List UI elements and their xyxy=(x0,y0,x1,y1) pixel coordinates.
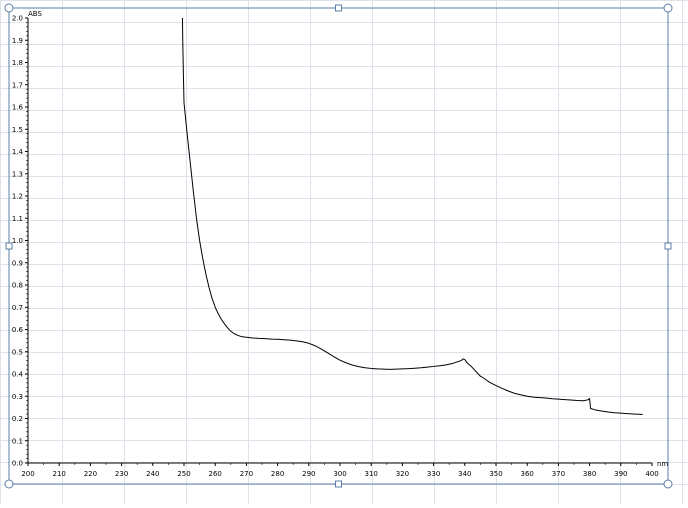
y-tick-label: 0.5 xyxy=(12,348,23,356)
y-tick-label: 1.9 xyxy=(12,37,23,45)
y-tick-label: 1.3 xyxy=(12,170,23,178)
x-tick-label: 210 xyxy=(53,470,66,478)
chart-svg: 0.0 0.1 0.2 0.3 0.4 0.5 0.6 0.7 0.8 0.9 1.0 1.1 1.2 1… xyxy=(0,0,688,504)
y-tick-label: 0.0 xyxy=(12,460,23,468)
y-tick-label: 1.1 xyxy=(12,215,23,223)
y-tick-label: 1.7 xyxy=(12,81,23,89)
y-tick-label: 0.9 xyxy=(12,259,23,267)
x-tick-label: 310 xyxy=(365,470,378,478)
resize-handle-corner[interactable] xyxy=(663,479,673,489)
x-tick-label: 290 xyxy=(302,470,315,478)
x-tick-label: 320 xyxy=(396,470,409,478)
y-tick-label: 0.8 xyxy=(12,282,23,290)
y-tick-label: 1.0 xyxy=(12,237,23,245)
x-tick-label: 380 xyxy=(583,470,596,478)
y-tick-label: 1.5 xyxy=(12,126,23,134)
x-tick-label: 240 xyxy=(146,470,159,478)
x-tick-label: 340 xyxy=(458,470,471,478)
series-line xyxy=(181,17,643,415)
x-tick-label: 250 xyxy=(177,470,190,478)
x-tick-label: 390 xyxy=(614,470,627,478)
x-tick-label: 300 xyxy=(333,470,346,478)
x-tick-label: 260 xyxy=(209,470,222,478)
series-layer xyxy=(181,17,643,415)
x-tick-label: 200 xyxy=(21,470,34,478)
resize-handle-corner[interactable] xyxy=(663,3,673,13)
resize-handle-corner[interactable] xyxy=(4,3,14,13)
x-tick-label: 330 xyxy=(427,470,440,478)
y-tick-label: 1.6 xyxy=(12,104,24,112)
y-tick-label: 1.8 xyxy=(12,59,23,67)
y-axis-title: ABS xyxy=(28,10,42,18)
resize-handle-edge[interactable] xyxy=(5,242,13,250)
y-tick-label: 0.6 xyxy=(12,326,24,334)
selection-frame xyxy=(4,3,673,489)
resize-handle-corner[interactable] xyxy=(4,479,14,489)
y-tick-label: 2.0 xyxy=(12,15,23,23)
y-tick-label: 0.3 xyxy=(12,393,23,401)
tick-labels: 0.0 0.1 0.2 0.3 0.4 0.5 0.6 0.7 0.8 0.9 1.0 1.1 1.2 1… xyxy=(12,15,659,479)
y-tick-label: 0.1 xyxy=(12,437,23,445)
x-tick-label: 280 xyxy=(271,470,284,478)
resize-handle-edge[interactable] xyxy=(335,480,342,488)
x-tick-label: 400 xyxy=(645,470,658,478)
y-tick-label: 0.7 xyxy=(12,304,23,312)
resize-handle-edge[interactable] xyxy=(335,4,342,12)
selection-border xyxy=(8,7,669,485)
x-tick-label: 360 xyxy=(521,470,534,478)
x-tick-label: 270 xyxy=(240,470,253,478)
resize-handle-edge[interactable] xyxy=(664,242,672,250)
y-tick-label: 1.2 xyxy=(12,193,23,201)
y-tick-label: 0.2 xyxy=(12,415,23,423)
grid-lines xyxy=(0,0,688,504)
spectrum-chart: 0.0 0.1 0.2 0.3 0.4 0.5 0.6 0.7 0.8 0.9 1.0 1.1 1.2 1… xyxy=(0,0,688,504)
x-tick-label: 230 xyxy=(115,470,128,478)
y-tick-label: 0.4 xyxy=(12,371,24,379)
x-tick-label: 220 xyxy=(84,470,97,478)
x-tick-label: 350 xyxy=(489,470,502,478)
y-tick-label: 1.4 xyxy=(12,148,24,156)
x-tick-label: 370 xyxy=(552,470,565,478)
x-axis-title: nm xyxy=(657,460,668,468)
